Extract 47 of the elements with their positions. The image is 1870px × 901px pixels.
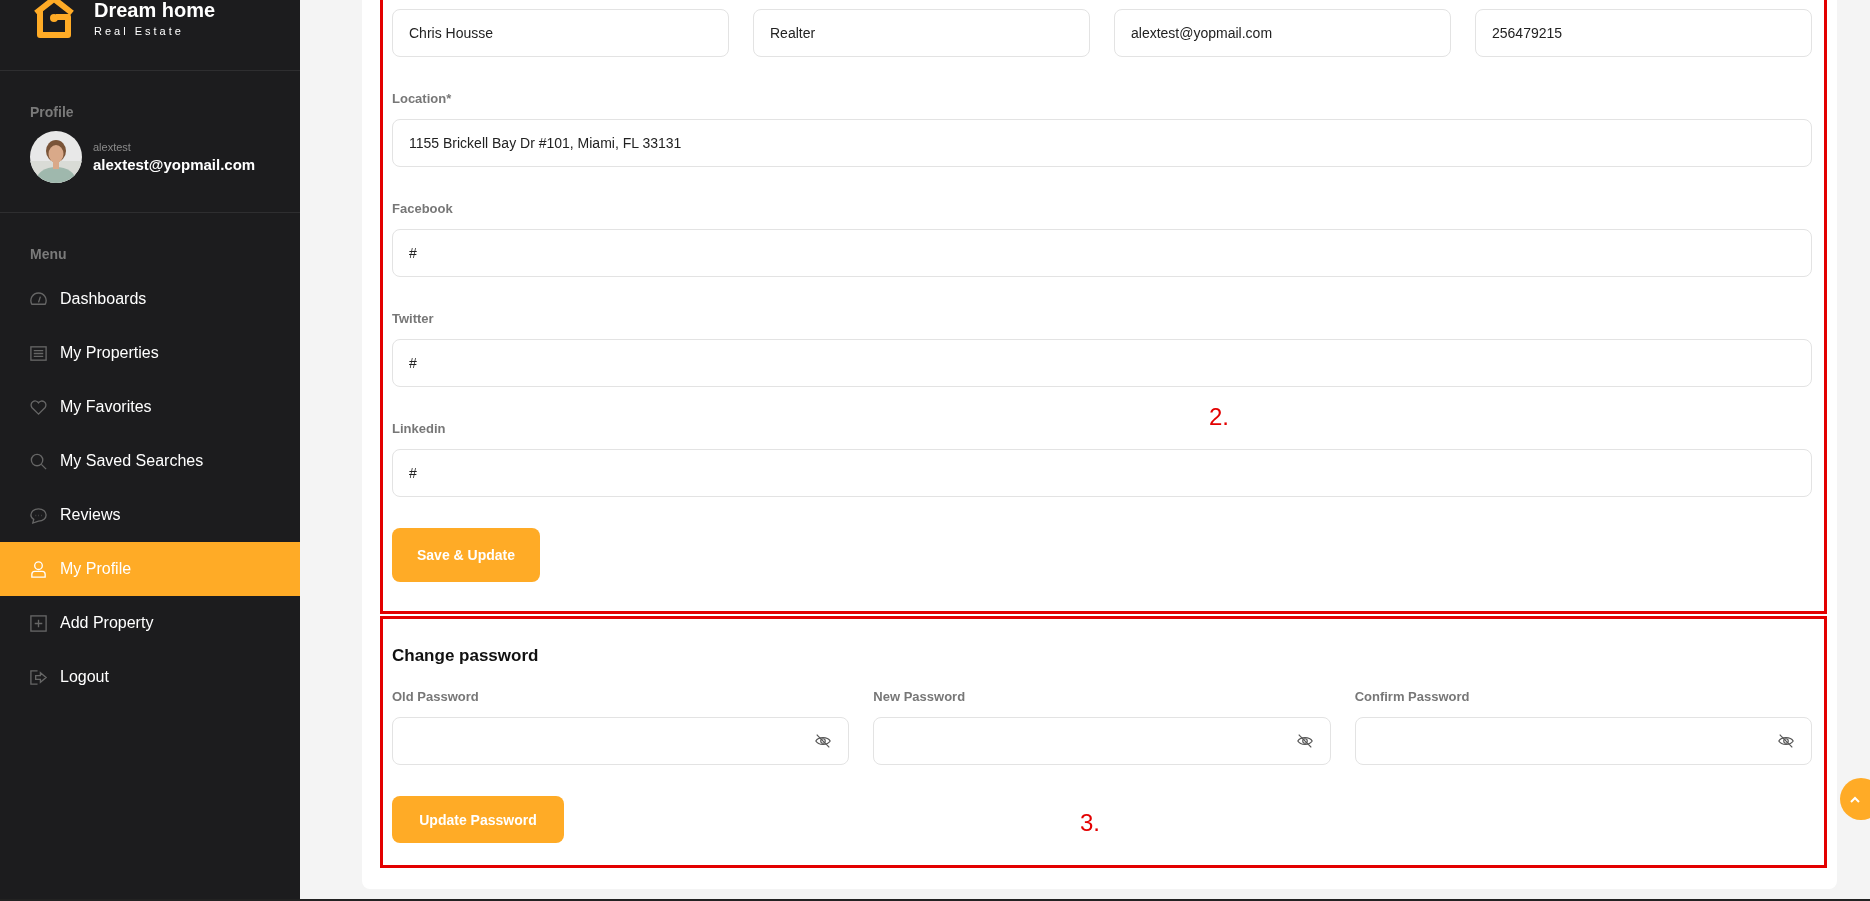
- field-label: Facebook: [392, 201, 454, 217]
- field-label: Old Password: [392, 689, 480, 705]
- logout-icon: [29, 667, 48, 687]
- field-label: Linkedin: [392, 421, 447, 437]
- input-field[interactable]: 1155 Brickell Bay Dr #101, Miami, FL 33131: [392, 119, 1812, 167]
- list-icon: [29, 343, 48, 363]
- username: alextest: [93, 141, 132, 153]
- section-heading: Profile: [30, 103, 75, 121]
- sidebar-item[interactable]: Reviews: [0, 488, 300, 542]
- heart-icon: [29, 397, 48, 417]
- sidebar-item[interactable]: My Favorites: [0, 380, 300, 434]
- input-field[interactable]: 256479215: [1475, 9, 1812, 57]
- chat-bubble-icon: [29, 505, 48, 525]
- input-field[interactable]: #: [392, 339, 1812, 387]
- input-field[interactable]: #: [392, 449, 1812, 497]
- sidebar-item[interactable]: My Properties: [0, 326, 300, 380]
- input-field[interactable]: Chris Housse: [392, 9, 729, 57]
- sidebar-item[interactable]: Logout: [0, 650, 300, 704]
- annotation-number: 3.: [1080, 809, 1100, 837]
- house-logo-icon: [32, 0, 76, 41]
- annotation-number: 2.: [1209, 403, 1229, 431]
- caret-up-icon: [1849, 795, 1861, 803]
- password-field[interactable]: [873, 717, 1331, 765]
- search-icon: [29, 451, 48, 471]
- brand-tagline: Real Estate: [94, 24, 185, 38]
- user-icon: [29, 559, 48, 579]
- user-email: alextest@yopmail.com: [93, 156, 256, 173]
- eye-slash-icon[interactable]: [814, 732, 833, 750]
- sidebar-item[interactable]: Add Property: [0, 596, 300, 650]
- field-label: Confirm Password: [1354, 689, 1471, 705]
- sidebar-item[interactable]: My Saved Searches: [0, 434, 300, 488]
- sidebar-item[interactable]: Dashboards: [0, 272, 300, 326]
- scroll-top-button[interactable]: [1840, 778, 1870, 820]
- input-field[interactable]: Realter: [753, 9, 1090, 57]
- field-label: Twitter: [392, 311, 435, 327]
- eye-slash-icon[interactable]: [1777, 732, 1795, 750]
- brand-name: Dream home: [94, 0, 216, 21]
- password-field[interactable]: [1354, 717, 1812, 765]
- eye-slash-icon[interactable]: [1295, 732, 1314, 750]
- field-label: New Password: [873, 689, 967, 705]
- password-field[interactable]: [392, 717, 850, 765]
- section-title: Change password: [392, 645, 540, 667]
- plus-square-icon: [29, 613, 48, 633]
- input-field[interactable]: alextest@yopmail.com: [1114, 9, 1451, 57]
- section-heading: Menu: [29, 245, 68, 263]
- field-label: Location*: [392, 91, 453, 107]
- input-field[interactable]: #: [392, 229, 1812, 277]
